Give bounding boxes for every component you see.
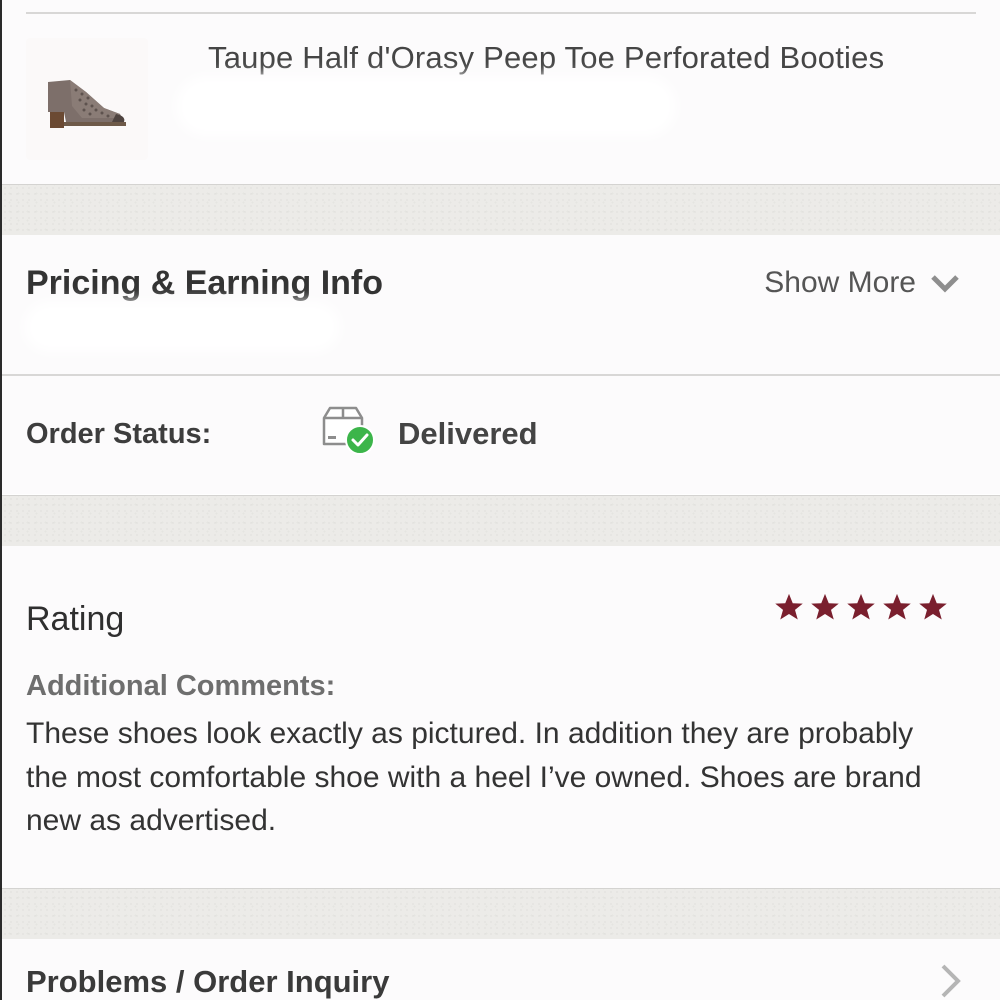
bootie-image — [48, 80, 126, 128]
star-icon — [919, 593, 947, 620]
order-status-label: Order Status: — [26, 418, 212, 450]
comments-text: These shoes look exactly as pictured. In… — [26, 717, 922, 837]
top-divider — [26, 12, 976, 14]
redacted-earnings — [34, 312, 330, 342]
comments-label: Additional Comments: — [26, 670, 336, 702]
star-icon — [775, 593, 803, 620]
redacted-price — [186, 86, 666, 126]
section-separator — [2, 495, 1000, 547]
show-more-label: Show More — [764, 266, 916, 299]
rating-stars — [774, 592, 948, 622]
pricing-title: Pricing & Earning Info — [26, 264, 384, 302]
problems-title[interactable]: Problems / Order Inquiry — [26, 964, 389, 1000]
order-status-value: Delivered — [398, 416, 538, 451]
chevron-right-icon[interactable] — [938, 962, 964, 1000]
section-separator — [2, 184, 1000, 236]
product-thumbnail[interactable] — [26, 38, 148, 160]
star-icon — [883, 593, 911, 620]
star-icon — [811, 593, 839, 620]
product-title[interactable]: Taupe Half d'Orasy Peep Toe Perforated B… — [208, 40, 884, 76]
product-section[interactable]: Taupe Half d'Orasy Peep Toe Perforated B… — [2, 0, 1000, 184]
package-delivered-icon — [322, 406, 375, 455]
pricing-section — [2, 235, 1000, 375]
show-more-button[interactable]: Show More — [764, 266, 960, 300]
rating-title: Rating — [26, 600, 125, 638]
star-icon — [847, 593, 875, 620]
section-separator — [2, 888, 1000, 940]
chevron-down-icon — [931, 275, 959, 293]
